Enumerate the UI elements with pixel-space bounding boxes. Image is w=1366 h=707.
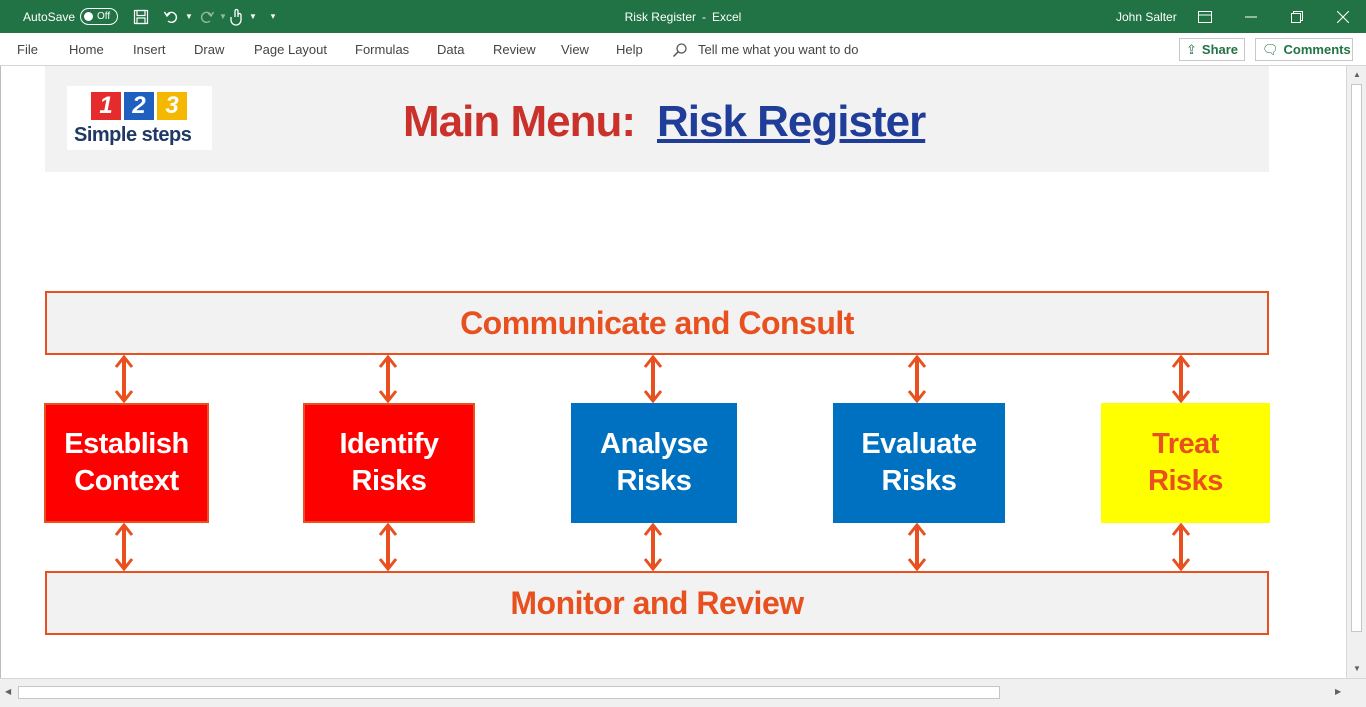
tab-page-layout[interactable]: Page Layout [254,33,327,66]
comments-label: Comments [1283,42,1351,57]
tell-me-text: Tell me what you want to do [698,42,859,57]
app-name: Excel [712,9,742,24]
evaluate-risks-button[interactable]: Evaluate Risks [833,403,1005,523]
comments-button[interactable]: 🗨 Comments [1255,38,1353,61]
double-arrow-icon [378,523,398,571]
tab-formulas[interactable]: Formulas [355,33,409,66]
share-icon: ⇪ [1186,41,1197,57]
scroll-up-icon[interactable]: ▲ [1353,70,1361,79]
tab-view[interactable]: View [561,33,589,66]
autosave-label: AutoSave [23,9,76,24]
logo-digit-1: 1 [91,92,121,120]
logo-123-simple-steps: 1 2 3 Simple steps [67,86,212,150]
double-arrow-icon [378,355,398,403]
tab-data[interactable]: Data [437,33,464,66]
scroll-down-icon[interactable]: ▼ [1353,664,1361,673]
touch-dropdown-icon[interactable]: ▼ [242,0,264,33]
search-icon [672,42,687,57]
toggle-knob [84,12,93,21]
minimize-icon[interactable] [1228,0,1274,33]
autosave-state: Off [97,11,111,22]
double-arrow-icon [643,355,663,403]
document-title: Risk Register [624,9,696,24]
double-arrow-icon [114,523,134,571]
vertical-scroll-thumb[interactable] [1351,84,1362,632]
title-bar: AutoSave Off ▼ ▼ ▼ ▾ Risk Register - Exc… [0,0,1366,33]
main-menu-label: Main Menu: [403,97,636,146]
horizontal-scroll-thumb[interactable] [18,686,1000,699]
tab-insert[interactable]: Insert [133,33,166,66]
treat-risks-button[interactable]: Treat Risks [1101,403,1270,523]
logo-digit-3: 3 [157,92,187,120]
risk-register-link[interactable]: Risk Register [657,97,926,147]
tab-draw[interactable]: Draw [194,33,224,66]
save-icon[interactable] [130,0,152,33]
double-arrow-icon [1171,355,1191,403]
double-arrow-icon [643,523,663,571]
monitor-review-band[interactable]: Monitor and Review [45,571,1269,635]
customize-qat-icon[interactable]: ▾ [262,0,284,33]
tab-file[interactable]: File [17,33,38,66]
autosave-toggle[interactable]: Off [80,8,118,25]
main-menu-title: Main Menu: Risk Register [403,92,926,152]
horizontal-scrollbar[interactable]: ◀ ▶ [0,678,1366,707]
ribbon-tabs: File Home Insert Draw Page Layout Formul… [0,33,1366,66]
title-separator: - [702,9,706,24]
comment-icon: 🗨 [1262,41,1279,57]
analyse-risks-button[interactable]: Analyse Risks [571,403,737,523]
scroll-left-icon[interactable]: ◀ [5,687,11,696]
tab-review[interactable]: Review [493,33,536,66]
logo-tagline: Simple steps [74,124,192,146]
identify-risks-button[interactable]: Identify Risks [303,403,475,523]
communicate-consult-band[interactable]: Communicate and Consult [45,291,1269,355]
vertical-scrollbar[interactable]: ▲ ▼ [1346,66,1366,678]
tab-home[interactable]: Home [69,33,104,66]
double-arrow-icon [907,523,927,571]
close-icon[interactable] [1320,0,1366,33]
double-arrow-icon [1171,523,1191,571]
logo-digit-2: 2 [124,92,154,120]
restore-icon[interactable] [1274,0,1320,33]
share-label: Share [1201,42,1239,57]
tell-me-search[interactable]: Tell me what you want to do [672,33,858,66]
ribbon-display-icon[interactable] [1182,0,1228,33]
share-button[interactable]: ⇪ Share [1179,38,1245,61]
double-arrow-icon [907,355,927,403]
user-name[interactable]: John Salter [1116,0,1177,33]
establish-context-button[interactable]: Establish Context [44,403,209,523]
tab-help[interactable]: Help [616,33,643,66]
double-arrow-icon [114,355,134,403]
scroll-right-icon[interactable]: ▶ [1335,687,1341,696]
